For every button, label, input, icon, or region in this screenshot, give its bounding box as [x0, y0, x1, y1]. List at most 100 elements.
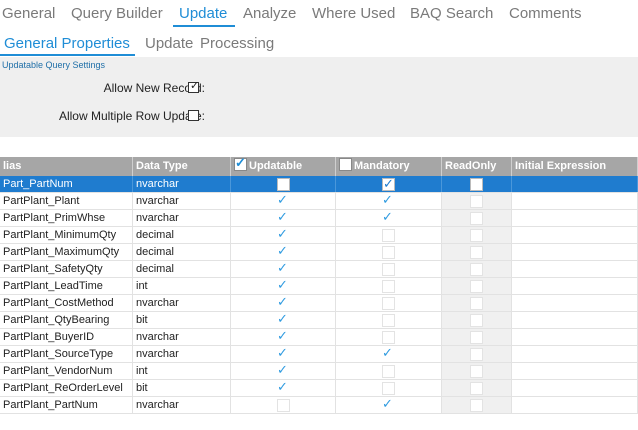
- readonly-checkbox[interactable]: [470, 195, 483, 208]
- column-header-updatable[interactable]: ✓ Updatable: [231, 157, 336, 176]
- readonly-checkbox[interactable]: [470, 263, 483, 276]
- mandatory-checkbox[interactable]: ✓: [382, 210, 395, 225]
- alias-cell[interactable]: PartPlant_QtyBearing: [0, 312, 133, 328]
- updatable-checkbox[interactable]: ✓: [277, 329, 290, 344]
- initial-expression-cell[interactable]: [512, 261, 638, 277]
- updatable-select-all-checkbox[interactable]: ✓: [234, 157, 247, 171]
- table-row[interactable]: PartPlant_PartNum nvarchar ✓: [0, 397, 638, 414]
- data-type-cell[interactable]: nvarchar: [133, 295, 231, 311]
- alias-cell[interactable]: PartPlant_MaximumQty: [0, 244, 133, 260]
- readonly-checkbox[interactable]: [470, 246, 483, 259]
- updatable-checkbox[interactable]: ✓: [277, 295, 290, 310]
- readonly-checkbox[interactable]: [470, 280, 483, 293]
- initial-expression-cell[interactable]: [512, 312, 638, 328]
- mandatory-checkbox[interactable]: ✓: [382, 397, 395, 412]
- table-row[interactable]: PartPlant_LeadTime int ✓: [0, 278, 638, 295]
- table-row[interactable]: PartPlant_ReOrderLevel bit ✓: [0, 380, 638, 397]
- readonly-checkbox[interactable]: [470, 399, 483, 412]
- alias-cell[interactable]: PartPlant_PartNum: [0, 397, 133, 413]
- tab-comments[interactable]: Comments: [509, 5, 582, 22]
- data-type-cell[interactable]: nvarchar: [133, 210, 231, 226]
- allow-multiple-row-update-checkbox[interactable]: [188, 110, 199, 121]
- readonly-checkbox[interactable]: [470, 365, 483, 378]
- updatable-checkbox[interactable]: ✓: [277, 278, 290, 293]
- table-row[interactable]: PartPlant_BuyerID nvarchar ✓: [0, 329, 638, 346]
- updatable-checkbox[interactable]: ✓: [277, 227, 290, 242]
- updatable-checkbox[interactable]: ✓: [277, 261, 290, 276]
- mandatory-select-all-checkbox[interactable]: [339, 158, 352, 171]
- alias-cell[interactable]: PartPlant_SafetyQty: [0, 261, 133, 277]
- initial-expression-cell[interactable]: [512, 380, 638, 396]
- alias-cell[interactable]: PartPlant_LeadTime: [0, 278, 133, 294]
- initial-expression-cell[interactable]: [512, 295, 638, 311]
- allow-new-record-checkbox[interactable]: ✓: [188, 80, 199, 93]
- updatable-checkbox[interactable]: [277, 178, 290, 191]
- table-row[interactable]: PartPlant_Plant nvarchar ✓ ✓: [0, 193, 638, 210]
- column-header-initial-expression[interactable]: Initial Expression: [512, 157, 638, 176]
- data-type-cell[interactable]: int: [133, 278, 231, 294]
- readonly-checkbox[interactable]: [470, 297, 483, 310]
- initial-expression-cell[interactable]: [512, 193, 638, 209]
- readonly-checkbox[interactable]: [470, 229, 483, 242]
- initial-expression-cell[interactable]: [512, 227, 638, 243]
- alias-cell[interactable]: Part_PartNum: [0, 176, 133, 192]
- data-type-cell[interactable]: nvarchar: [133, 193, 231, 209]
- mandatory-checkbox[interactable]: [382, 331, 395, 344]
- readonly-checkbox[interactable]: [470, 348, 483, 361]
- updatable-checkbox[interactable]: [277, 399, 290, 412]
- column-header-readonly[interactable]: ReadOnly: [442, 157, 512, 176]
- table-row[interactable]: PartPlant_QtyBearing bit ✓: [0, 312, 638, 329]
- updatable-checkbox[interactable]: ✓: [277, 244, 290, 259]
- updatable-checkbox[interactable]: ✓: [277, 346, 290, 361]
- table-row[interactable]: PartPlant_MaximumQty decimal ✓: [0, 244, 638, 261]
- tab-update[interactable]: Update: [179, 5, 227, 22]
- mandatory-checkbox[interactable]: [382, 263, 395, 276]
- initial-expression-cell[interactable]: [512, 329, 638, 345]
- mandatory-checkbox[interactable]: ✓: [382, 346, 395, 361]
- updatable-checkbox[interactable]: ✓: [277, 380, 290, 395]
- updatable-checkbox[interactable]: ✓: [277, 312, 290, 327]
- readonly-checkbox[interactable]: [470, 331, 483, 344]
- table-row[interactable]: PartPlant_MinimumQty decimal ✓: [0, 227, 638, 244]
- mandatory-checkbox[interactable]: [382, 246, 395, 259]
- data-type-cell[interactable]: decimal: [133, 227, 231, 243]
- table-row[interactable]: PartPlant_CostMethod nvarchar ✓: [0, 295, 638, 312]
- mandatory-checkbox[interactable]: ✓: [382, 177, 395, 191]
- alias-cell[interactable]: PartPlant_CostMethod: [0, 295, 133, 311]
- initial-expression-cell[interactable]: [512, 346, 638, 362]
- tab-baq-search[interactable]: BAQ Search: [410, 5, 493, 22]
- table-row[interactable]: PartPlant_SourceType nvarchar ✓ ✓: [0, 346, 638, 363]
- initial-expression-cell[interactable]: [512, 176, 638, 192]
- data-type-cell[interactable]: decimal: [133, 261, 231, 277]
- data-type-cell[interactable]: nvarchar: [133, 397, 231, 413]
- tab-where-used[interactable]: Where Used: [312, 5, 395, 22]
- column-header-mandatory[interactable]: Mandatory: [336, 157, 442, 176]
- initial-expression-cell[interactable]: [512, 278, 638, 294]
- mandatory-checkbox[interactable]: [382, 280, 395, 293]
- readonly-checkbox[interactable]: [470, 314, 483, 327]
- alias-cell[interactable]: PartPlant_ReOrderLevel: [0, 380, 133, 396]
- tab-analyze[interactable]: Analyze: [243, 5, 296, 22]
- mandatory-checkbox[interactable]: [382, 314, 395, 327]
- readonly-checkbox[interactable]: [470, 382, 483, 395]
- data-type-cell[interactable]: int: [133, 363, 231, 379]
- alias-cell[interactable]: PartPlant_SourceType: [0, 346, 133, 362]
- table-row[interactable]: PartPlant_SafetyQty decimal ✓: [0, 261, 638, 278]
- subtab-processing[interactable]: Processing: [200, 35, 274, 52]
- mandatory-checkbox[interactable]: ✓: [382, 193, 395, 208]
- updatable-checkbox[interactable]: ✓: [277, 210, 290, 225]
- initial-expression-cell[interactable]: [512, 397, 638, 413]
- column-header-data-type[interactable]: Data Type: [133, 157, 231, 176]
- mandatory-checkbox[interactable]: [382, 382, 395, 395]
- alias-cell[interactable]: PartPlant_BuyerID: [0, 329, 133, 345]
- data-type-cell[interactable]: bit: [133, 380, 231, 396]
- readonly-checkbox[interactable]: [470, 178, 483, 191]
- column-header-alias[interactable]: lias: [0, 157, 133, 176]
- data-type-cell[interactable]: nvarchar: [133, 329, 231, 345]
- initial-expression-cell[interactable]: [512, 210, 638, 226]
- mandatory-checkbox[interactable]: [382, 297, 395, 310]
- mandatory-checkbox[interactable]: [382, 365, 395, 378]
- data-type-cell[interactable]: bit: [133, 312, 231, 328]
- table-row[interactable]: PartPlant_VendorNum int ✓: [0, 363, 638, 380]
- data-type-cell[interactable]: nvarchar: [133, 346, 231, 362]
